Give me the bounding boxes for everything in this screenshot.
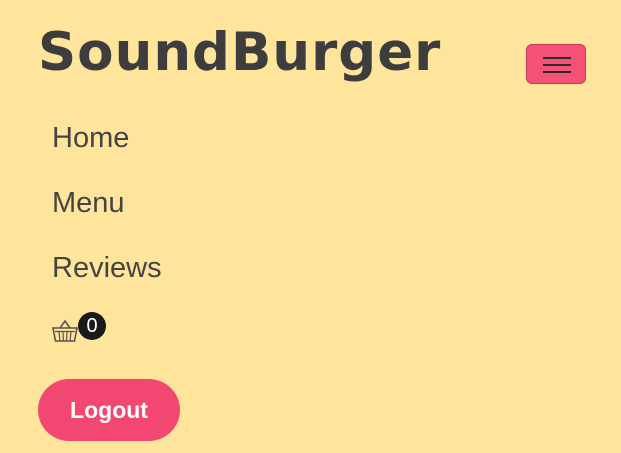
cart-count-badge: 0 [78,312,106,340]
nav-link-home[interactable]: Home [52,124,129,153]
logout-button[interactable]: Logout [38,379,180,441]
brand-logo[interactable]: SoundBurger [38,26,441,79]
hamburger-icon [543,57,571,73]
basket-icon [52,319,78,342]
nav-link-menu[interactable]: Menu [52,189,125,218]
nav-link-reviews[interactable]: Reviews [52,254,162,283]
cart-button[interactable]: 0 [52,312,112,346]
navbar-toggler-button[interactable] [526,44,586,84]
